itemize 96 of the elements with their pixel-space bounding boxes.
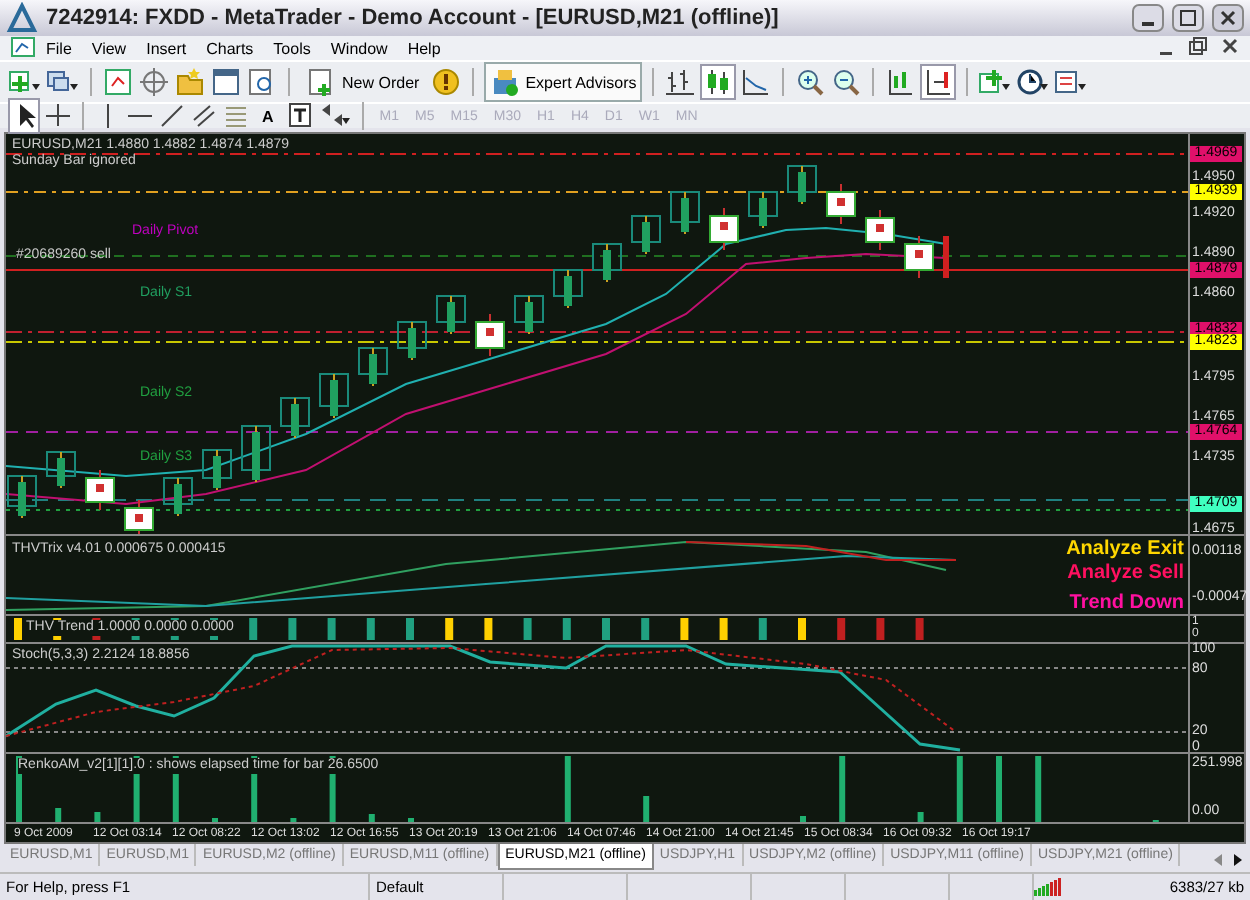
candle [670, 191, 700, 235]
candle [748, 191, 778, 229]
trend-bar [406, 618, 414, 641]
expert-advisors-button[interactable]: Expert Advisors [483, 62, 643, 102]
candle [436, 295, 466, 335]
histogram-bar [917, 811, 924, 823]
trend-bar [327, 618, 336, 641]
trend-bar [758, 618, 767, 641]
menu-item[interactable]: Charts [196, 39, 264, 57]
minimize-button[interactable] [1132, 4, 1164, 32]
candle [475, 313, 505, 357]
histogram-bar [800, 815, 806, 823]
signal-text: Analyze Exit [1066, 537, 1184, 560]
candle [280, 397, 310, 439]
trend-bar [641, 618, 650, 641]
crosshair-icon[interactable] [44, 100, 72, 132]
trend-bar [445, 618, 454, 641]
signal-text: Trend Down [1069, 591, 1184, 614]
candle [514, 295, 544, 335]
trend-bar [249, 618, 258, 641]
histogram-bar [408, 817, 414, 823]
add-chart-icon[interactable] [8, 66, 42, 98]
trend-bar [837, 618, 846, 641]
line-chart-icon[interactable] [740, 66, 773, 98]
robot-icon [489, 66, 522, 98]
maximize-button[interactable] [1172, 4, 1204, 32]
chart-shift-icon[interactable] [884, 66, 917, 98]
clock-icon[interactable] [1016, 66, 1051, 98]
connection-bars-icon [1034, 876, 1064, 896]
candle [709, 207, 739, 251]
menu-item[interactable]: Help [397, 39, 451, 57]
trend-bar [602, 618, 610, 641]
candle [865, 209, 895, 251]
candle [85, 469, 115, 511]
histogram-bar [839, 755, 846, 823]
histogram-bar [1035, 755, 1042, 823]
signal-text: Analyze Sell [1067, 561, 1184, 584]
candle [319, 373, 349, 419]
candle [787, 165, 817, 205]
candle [163, 477, 193, 517]
candle [397, 321, 427, 361]
trend-bar [484, 618, 493, 641]
new-order-button[interactable]: New Order [300, 62, 426, 102]
channel-icon[interactable] [190, 100, 218, 132]
histogram-bar [996, 755, 1002, 823]
star-folder-icon[interactable] [174, 66, 206, 98]
candle [124, 499, 154, 534]
candle [202, 449, 232, 491]
close-button[interactable] [1212, 4, 1244, 32]
candle [7, 475, 37, 519]
candle [631, 215, 661, 255]
trend-bar [680, 618, 689, 641]
bar-chart-icon[interactable] [664, 66, 697, 98]
text-tool-button[interactable]: A [254, 105, 282, 127]
add-indicator-icon[interactable] [978, 66, 1013, 98]
trend-line-icon[interactable] [158, 100, 186, 132]
candle [904, 235, 934, 279]
menu-item[interactable]: View [81, 39, 137, 57]
candle [943, 236, 949, 278]
auto-scroll-icon[interactable] [922, 66, 955, 98]
label-tool-icon[interactable] [285, 100, 314, 132]
candle [241, 425, 271, 483]
histogram-bar [290, 817, 297, 823]
trend-bar [915, 618, 924, 641]
histogram-bar [55, 807, 62, 823]
candle [553, 269, 583, 309]
histogram-bar [94, 811, 101, 823]
window-title: 7242914: FXDD - MetaTrader - Demo Account - [EURUSD,M21 (offline)] [46, 6, 781, 30]
warning-icon[interactable] [429, 66, 462, 98]
trend-bar [523, 618, 532, 641]
app-logo-icon [6, 2, 38, 34]
arrows-icon[interactable] [317, 100, 352, 132]
candle [592, 243, 622, 283]
trend-bar [562, 618, 571, 641]
candle [826, 183, 856, 225]
histogram-bar [564, 755, 571, 823]
menu-item[interactable]: Tools [263, 39, 321, 57]
menu-item[interactable]: File [36, 39, 82, 57]
candle [46, 451, 76, 489]
market-watch-icon[interactable] [102, 66, 134, 98]
histogram-bar [956, 755, 963, 823]
trend-bar [366, 618, 375, 641]
trend-bar [14, 618, 22, 641]
histogram-bar [368, 813, 375, 823]
zoom-in-icon[interactable] [794, 66, 827, 98]
menu-item[interactable]: Insert [136, 39, 197, 57]
trend-bar [288, 618, 297, 641]
candle [358, 347, 388, 387]
trend-bar [719, 618, 728, 641]
histogram-bar [212, 817, 218, 823]
menu-item[interactable]: Window [320, 39, 398, 57]
histogram-bar [643, 795, 650, 823]
template-icon[interactable] [1054, 66, 1089, 98]
zoom-out-icon[interactable] [830, 66, 863, 98]
trend-bar [876, 618, 885, 641]
trend-bar [798, 618, 806, 641]
